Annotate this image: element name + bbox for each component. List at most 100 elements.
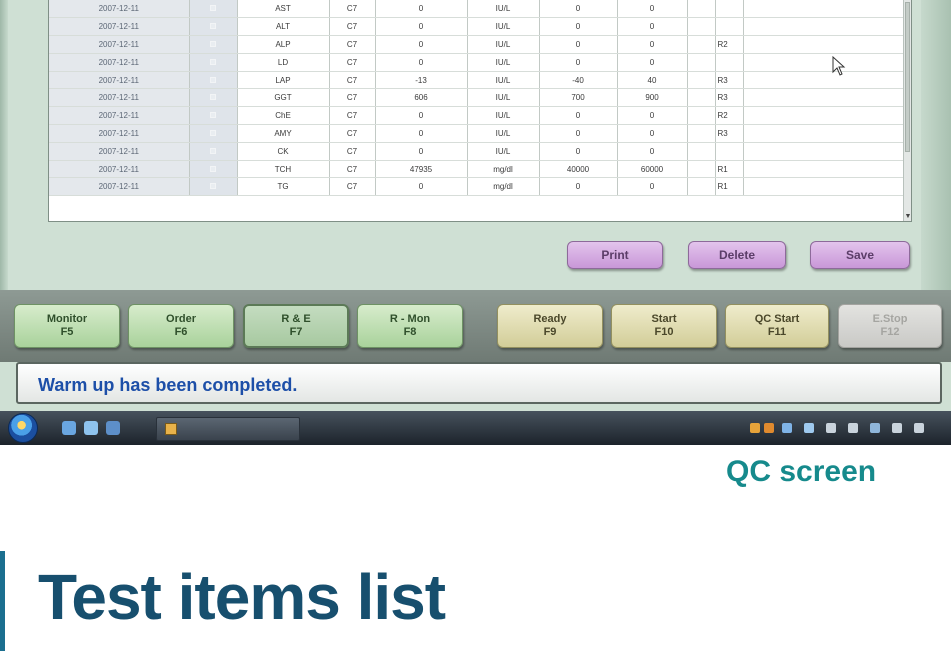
tray-icon[interactable] — [914, 423, 924, 433]
date-cell: 2007-12-11 — [49, 0, 190, 19]
select-checkbox[interactable] — [189, 160, 238, 179]
table-row[interactable]: 2007-12-11 LD C7 0 IU/L 0 0 — [49, 53, 906, 72]
quick-launch-icon[interactable] — [84, 421, 98, 435]
select-checkbox[interactable] — [189, 53, 238, 72]
unit-cell: mg/dl — [467, 177, 540, 197]
flag-cell: R1 — [715, 177, 744, 197]
status-message: Warm up has been completed. — [38, 375, 298, 395]
control-cell: C7 — [329, 35, 376, 54]
checkbox[interactable] — [210, 129, 216, 136]
checkbox[interactable] — [210, 40, 216, 47]
tray-icon[interactable] — [750, 423, 760, 433]
quick-launch-icon[interactable] — [62, 421, 76, 435]
start-f10-button[interactable]: Start F10 — [611, 304, 717, 348]
table-row[interactable]: 2007-12-11 ALP C7 0 IU/L 0 0 R2 — [49, 35, 906, 54]
r-and-e-f7-button[interactable]: R & E F7 — [243, 304, 349, 348]
tray-icon[interactable] — [782, 423, 792, 433]
scroll-down-arrow-icon[interactable]: ▼ — [904, 213, 911, 220]
qc-start-f11-button[interactable]: QC Start F11 — [725, 304, 829, 348]
empty-cell — [743, 35, 906, 54]
date-cell: 2007-12-11 — [49, 53, 190, 72]
table-vertical-scrollbar[interactable]: ▼ — [903, 0, 911, 221]
checkbox[interactable] — [210, 94, 216, 101]
r-mon-f8-button[interactable]: R - Mon F8 — [357, 304, 463, 348]
table-row[interactable]: 2007-12-11 LAP C7 -13 IU/L -40 40 R3 — [49, 71, 906, 90]
order-f6-button[interactable]: Order F6 — [128, 304, 234, 348]
empty-cell — [687, 0, 716, 19]
checkbox[interactable] — [210, 183, 216, 190]
select-checkbox[interactable] — [189, 35, 238, 54]
fkey-key: F12 — [880, 326, 900, 338]
flag-cell: R2 — [715, 106, 744, 126]
table-row[interactable]: 2007-12-11 CK C7 0 IU/L 0 0 — [49, 142, 906, 161]
unit-cell: IU/L — [467, 53, 540, 72]
empty-cell — [743, 124, 906, 143]
tray-icon[interactable] — [870, 423, 880, 433]
control-cell: C7 — [329, 17, 376, 37]
select-checkbox[interactable] — [189, 142, 238, 161]
control-cell: C7 — [329, 53, 376, 72]
date-cell: 2007-12-11 — [49, 106, 190, 126]
date-cell: 2007-12-11 — [49, 177, 190, 197]
upper-limit-cell: 0 — [617, 124, 688, 143]
select-checkbox[interactable] — [189, 17, 238, 37]
checkbox[interactable] — [210, 147, 216, 154]
table-row[interactable]: 2007-12-11 ALT C7 0 IU/L 0 0 — [49, 17, 906, 37]
result-cell: 0 — [375, 0, 468, 19]
checkbox[interactable] — [210, 23, 216, 30]
empty-cell — [687, 124, 716, 143]
checkbox[interactable] — [210, 165, 216, 172]
select-checkbox[interactable] — [189, 124, 238, 143]
checkbox[interactable] — [210, 58, 216, 65]
test-item-cell: ChE — [237, 106, 330, 126]
monitor-f5-button[interactable]: Monitor F5 — [14, 304, 120, 348]
empty-cell — [743, 88, 906, 108]
windows-start-icon[interactable] — [8, 413, 38, 443]
tray-icon[interactable] — [848, 423, 858, 433]
table-row[interactable]: 2007-12-11 TG C7 0 mg/dl 0 0 R1 — [49, 177, 906, 197]
lower-limit-cell: 0 — [539, 142, 618, 161]
tray-icon[interactable] — [804, 423, 814, 433]
print-button[interactable]: Print — [567, 241, 663, 269]
tray-icon[interactable] — [764, 423, 774, 433]
select-checkbox[interactable] — [189, 0, 238, 19]
lower-limit-cell: -40 — [539, 71, 618, 90]
checkbox[interactable] — [210, 112, 216, 119]
e-stop-f12-button[interactable]: E.Stop F12 — [838, 304, 942, 348]
scrollbar-thumb[interactable] — [905, 2, 910, 152]
table-row[interactable]: 2007-12-11 AMY C7 0 IU/L 0 0 R3 — [49, 124, 906, 143]
flag-cell: R3 — [715, 71, 744, 90]
result-cell: 0 — [375, 177, 468, 197]
table-row[interactable]: 2007-12-11 ChE C7 0 IU/L 0 0 R2 — [49, 106, 906, 126]
delete-button[interactable]: Delete — [688, 241, 786, 269]
date-cell: 2007-12-11 — [49, 124, 190, 143]
section-title: Test items list — [38, 561, 446, 633]
select-checkbox[interactable] — [189, 106, 238, 126]
table-row[interactable]: 2007-12-11 TCH C7 47935 mg/dl 40000 60000 R1 — [49, 160, 906, 179]
empty-cell — [743, 53, 906, 72]
fkey-key: F9 — [543, 326, 557, 338]
control-cell: C7 — [329, 88, 376, 108]
checkbox[interactable] — [210, 76, 216, 83]
result-cell: 0 — [375, 106, 468, 126]
save-button[interactable]: Save — [810, 241, 910, 269]
result-cell: 0 — [375, 142, 468, 161]
table-row[interactable]: 2007-12-11 AST C7 0 IU/L 0 0 — [49, 0, 906, 19]
upper-limit-cell: 0 — [617, 17, 688, 37]
ready-f9-button[interactable]: Ready F9 — [497, 304, 603, 348]
lower-limit-cell: 0 — [539, 124, 618, 143]
quick-launch-icon[interactable] — [106, 421, 120, 435]
checkbox[interactable] — [210, 5, 216, 12]
table-row[interactable]: 2007-12-11 GGT C7 606 IU/L 700 900 R3 — [49, 88, 906, 108]
taskbar-active-task[interactable] — [156, 417, 300, 441]
select-checkbox[interactable] — [189, 177, 238, 197]
tray-icon[interactable] — [892, 423, 902, 433]
result-cell: -13 — [375, 71, 468, 90]
empty-cell — [743, 160, 906, 179]
fkey-label: Monitor — [46, 313, 88, 325]
fkey-key: F5 — [60, 326, 74, 338]
select-checkbox[interactable] — [189, 71, 238, 90]
system-tray — [748, 419, 944, 437]
select-checkbox[interactable] — [189, 88, 238, 108]
tray-icon[interactable] — [826, 423, 836, 433]
